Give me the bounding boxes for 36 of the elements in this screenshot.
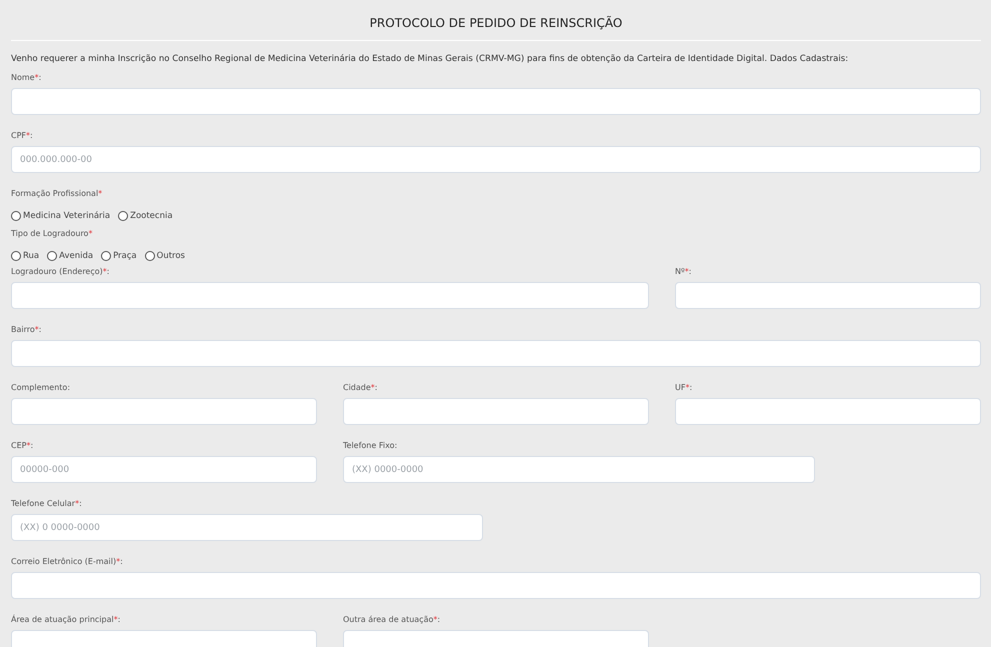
input-field[interactable]: (XX) 0000-0000 — [343, 456, 815, 483]
input-field[interactable]: 00000-000 — [11, 456, 317, 483]
radio-option[interactable]: Outros — [144, 251, 185, 261]
field-label: Bairro*: — [11, 325, 42, 335]
input-field[interactable] — [11, 572, 981, 599]
field-label: Logradouro (Endereço)*: — [11, 267, 110, 277]
input-field[interactable] — [343, 398, 649, 425]
field-label: Formação Profissional* — [11, 189, 104, 199]
input-field[interactable] — [11, 88, 981, 115]
field-label: Correio Eletrônico (E-mail)*: — [11, 557, 124, 567]
field-label: CEP*: — [11, 441, 34, 451]
input-field[interactable]: 000.000.000-00 — [11, 146, 981, 173]
field-label: Tipo de Logradouro* — [11, 229, 94, 239]
field-label: Outra área de atuação*: — [343, 615, 442, 625]
field-label: CPF*: — [11, 131, 34, 141]
radio-option[interactable]: Zootecnia — [118, 211, 173, 221]
radio-option[interactable]: Praça — [101, 251, 137, 261]
radio-option[interactable]: Avenida — [47, 251, 94, 261]
field-label: Telefone Fixo: — [343, 441, 398, 451]
input-field[interactable]: (XX) 0 0000-0000 — [11, 514, 483, 541]
field-label: Cidade*: — [343, 383, 378, 393]
intro-text: Venho requerer a minha Inscrição no Conselho Regional de Medicina Veterinária do Estado de Minas Gerais (CRMV-MG) para fins de obtenção da Carteira de Identidade Digital. Dados Cadastrais: — [11, 54, 850, 64]
field-label: Área de atuação principal*: — [11, 615, 122, 625]
input-field[interactable] — [675, 398, 981, 425]
input-field[interactable] — [11, 398, 317, 425]
field-label: UF*: — [675, 383, 694, 393]
radio-option[interactable]: Rua — [11, 251, 40, 261]
input-field[interactable] — [11, 282, 649, 309]
input-field[interactable] — [11, 340, 981, 367]
field-label: Nº*: — [675, 267, 692, 277]
field-label: Nome*: — [11, 73, 42, 83]
field-label: Telefone Celular*: — [11, 499, 83, 509]
input-field[interactable] — [675, 282, 981, 309]
field-label: Complemento: — [11, 383, 72, 393]
radio-option[interactable]: Medicina Veterinária — [11, 211, 110, 221]
form-title: PROTOCOLO DE PEDIDO DE REINSCRIÇÃO — [368, 15, 624, 32]
